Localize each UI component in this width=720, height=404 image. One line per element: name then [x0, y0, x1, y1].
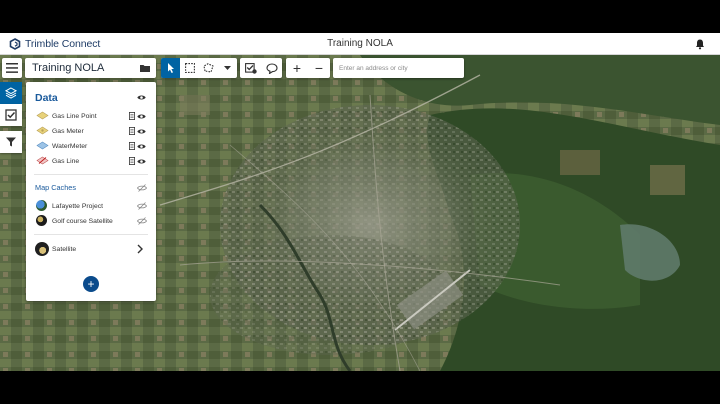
zoom-controls: + − — [286, 58, 330, 78]
checklist-icon — [5, 109, 17, 121]
layer-attributes-icon[interactable] — [129, 127, 135, 135]
brand-primary: Trimble — [25, 38, 59, 50]
visibility-off-icon[interactable] — [137, 184, 147, 192]
zoom-in-button[interactable]: + — [286, 58, 308, 78]
rectangle-select-icon — [184, 63, 195, 73]
project-selector[interactable]: Training NOLA — [25, 58, 156, 78]
markup-check-icon — [244, 62, 257, 74]
folder-icon[interactable] — [140, 64, 150, 72]
dropdown-icon — [224, 66, 231, 70]
cache-label: Lafayette Project — [52, 202, 104, 210]
layer-label: Gas Line — [52, 157, 80, 165]
cache-thumbnail — [36, 200, 47, 211]
checklist-button[interactable] — [0, 104, 22, 126]
markup-check-tool[interactable] — [240, 58, 261, 78]
map-caches-title: Map Caches — [35, 183, 76, 192]
layers-icon — [5, 87, 17, 99]
notification-bell-icon[interactable] — [694, 38, 706, 50]
layers-panel: Data Gas Line Point Gas Meter WaterMeter — [26, 82, 156, 301]
chevron-right-icon — [137, 244, 143, 254]
zoom-out-button[interactable]: − — [308, 58, 330, 78]
filter-button[interactable] — [0, 131, 22, 153]
window-title: Training NOLA — [327, 38, 393, 49]
layer-label: Gas Line Point — [52, 112, 97, 120]
basemap-label: Satellite — [52, 246, 77, 253]
map-cache-row[interactable]: Golf course Satellite — [26, 214, 156, 228]
visibility-eye-icon[interactable] — [137, 94, 146, 101]
add-layer-button[interactable]: + — [83, 276, 99, 292]
visibility-off-icon[interactable] — [137, 202, 147, 210]
layer-row[interactable]: Gas Line — [26, 154, 156, 168]
divider — [34, 174, 148, 175]
address-search-input[interactable] — [339, 64, 459, 72]
lasso-select-icon — [203, 63, 214, 73]
menu-icon — [6, 63, 18, 73]
markup-tools — [240, 58, 282, 78]
map-cache-row[interactable]: Lafayette Project — [26, 199, 156, 213]
pointer-icon — [167, 63, 174, 73]
basemap-thumbnail — [35, 242, 49, 256]
lasso-select-tool[interactable] — [199, 58, 218, 78]
rectangle-select-tool[interactable] — [180, 58, 199, 78]
visibility-eye-icon[interactable] — [137, 128, 146, 135]
selection-tools — [161, 58, 237, 78]
layer-label: Gas Meter — [52, 127, 84, 135]
layers-button[interactable] — [0, 82, 22, 104]
layer-attributes-icon[interactable] — [129, 112, 135, 120]
layer-attributes-icon[interactable] — [129, 157, 135, 165]
brand-secondary: Connect — [61, 38, 101, 50]
filter-icon — [6, 137, 16, 147]
layer-line-icon — [36, 156, 49, 165]
select-mode-dropdown[interactable] — [218, 58, 237, 78]
cache-label: Golf course Satellite — [52, 217, 113, 225]
pointer-tool[interactable] — [161, 58, 180, 78]
divider — [34, 234, 148, 235]
panel-title: Data — [35, 92, 58, 104]
layer-label: WaterMeter — [52, 142, 88, 150]
project-name: Training NOLA — [32, 62, 105, 74]
layer-row[interactable]: Gas Meter — [26, 124, 156, 138]
cache-thumbnail — [36, 215, 47, 226]
comment-tool[interactable] — [261, 58, 282, 78]
brand[interactable]: Trimble Connect — [9, 37, 100, 51]
layer-row[interactable]: Gas Line Point — [26, 109, 156, 123]
layer-point-icon — [36, 111, 49, 120]
layer-attributes-icon[interactable] — [129, 142, 135, 150]
visibility-eye-icon[interactable] — [137, 113, 146, 120]
layer-meter-icon — [36, 126, 49, 135]
trimble-logo-icon — [9, 38, 21, 50]
comment-icon — [265, 62, 278, 74]
basemap-selector[interactable]: Satellite — [26, 242, 156, 258]
visibility-off-icon[interactable] — [137, 217, 147, 225]
layer-row[interactable]: WaterMeter — [26, 139, 156, 153]
visibility-eye-icon[interactable] — [137, 143, 146, 150]
side-rail — [0, 82, 22, 158]
address-search — [333, 58, 464, 78]
title-bar: Trimble Connect Training NOLA — [0, 33, 720, 55]
menu-button[interactable] — [2, 58, 22, 78]
visibility-eye-icon[interactable] — [137, 158, 146, 165]
layer-water-icon — [36, 141, 49, 150]
